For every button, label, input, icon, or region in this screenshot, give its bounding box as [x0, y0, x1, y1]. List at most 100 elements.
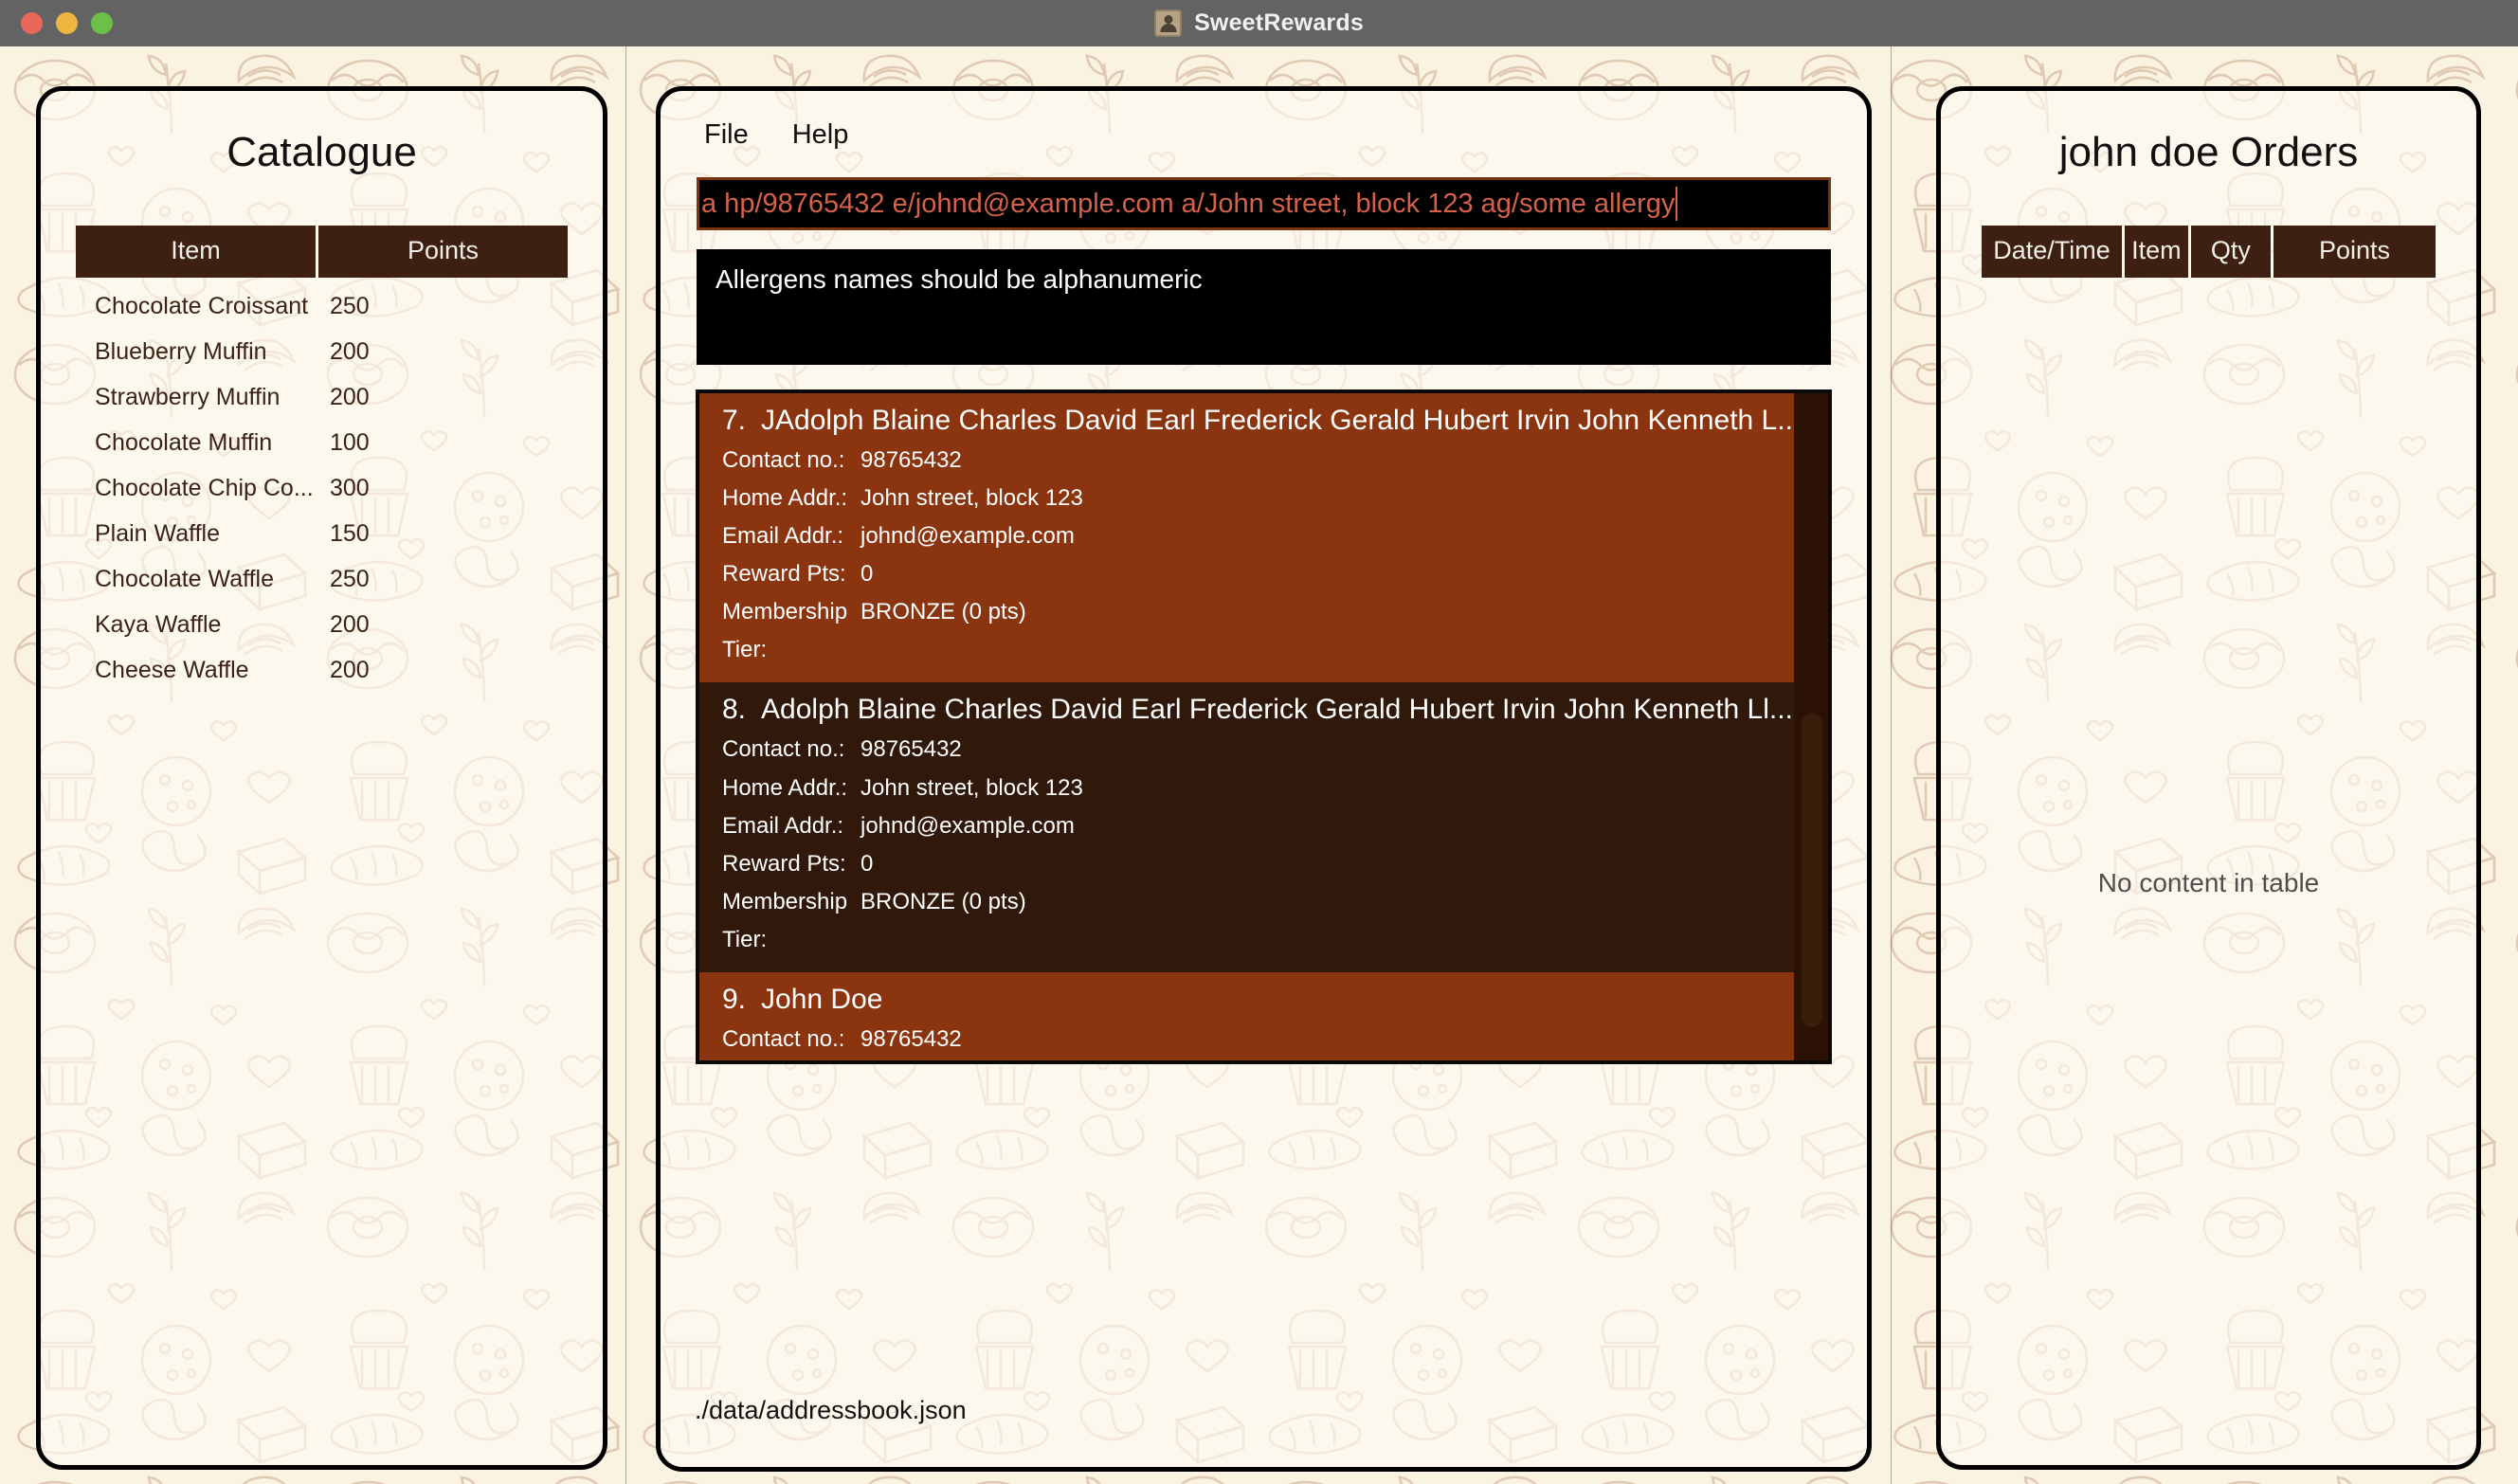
tier-value: BRONZE (0 pts) [860, 888, 1026, 914]
person-home-row: Home Addr.: John street, block 123 [722, 480, 1794, 517]
list-item[interactable]: 7. JAdolph Blaine Charles David Earl Fred… [699, 393, 1794, 683]
person-home-row: Home Addr.: John street, block 123, #01-… [722, 1059, 1794, 1060]
catalogue-item-name: Chocolate Muffin [95, 428, 273, 456]
catalogue-item-name: Cheese Waffle [95, 656, 249, 683]
catalogue-table-header: Item Points [76, 226, 568, 278]
home-label: Home Addr.: [722, 774, 848, 801]
person-reward-row: Reward Pts: 0 [722, 845, 1794, 883]
list-item[interactable]: 9. John Doe Contact no.: 98765432 Home Ad… [699, 971, 1794, 1060]
table-row[interactable]: Chocolate Muffin 100 [76, 420, 568, 465]
person-tier-row: Membership Tier: BRONZE (0 pts) [722, 593, 1794, 669]
person-badge-icon [1154, 9, 1183, 37]
person-index: 7. [722, 405, 747, 436]
email-value: johnd@example.com [860, 523, 1075, 550]
catalogue-item-points: 200 [330, 656, 370, 683]
tier-value: BRONZE (0 pts) [860, 599, 1026, 625]
catalogue-item-points: 300 [330, 474, 370, 501]
window-title: SweetRewards [1154, 9, 1364, 37]
person-list-scrollbar[interactable] [1802, 393, 1822, 1060]
contact-label: Contact no.: [722, 1025, 845, 1052]
background-seam [1891, 46, 1892, 1484]
window-titlebar: SweetRewards [0, 0, 2518, 46]
person-reward-row: Reward Pts: 0 [722, 555, 1794, 593]
table-row[interactable]: Strawberry Muffin 200 [76, 374, 568, 420]
person-list[interactable]: 7. JAdolph Blaine Charles David Earl Fred… [696, 389, 1832, 1064]
catalogue-item-points: 150 [330, 519, 370, 547]
menu-item-file[interactable]: File [689, 116, 764, 154]
window-title-text: SweetRewards [1194, 9, 1364, 36]
orders-column-datetime: Date/Time [1982, 226, 2123, 278]
catalogue-item-name: Strawberry Muffin [95, 383, 281, 410]
orders-empty-message: No content in table [2097, 868, 2320, 897]
orders-column-points: Points [2273, 226, 2436, 278]
background-seam [625, 46, 626, 1484]
catalogue-item-name: Chocolate Croissant [95, 292, 309, 319]
person-index: 9. [722, 983, 747, 1015]
orders-column-item: Item [2125, 226, 2188, 278]
scrollbar-thumb[interactable] [1802, 713, 1822, 1027]
close-button[interactable] [21, 12, 43, 34]
person-contact-row: Contact no.: 98765432 [722, 731, 1794, 769]
table-row[interactable]: Cheese Waffle 200 [76, 647, 568, 693]
orders-column-qty: Qty [2190, 226, 2272, 278]
menu-item-help[interactable]: Help [777, 116, 864, 154]
home-value: John street, block 123 [860, 774, 1083, 801]
main-panel: File Help a hp/98765432 e/johnd@example.… [656, 86, 1872, 1472]
person-name: Adolph Blaine Charles David Earl Frederi… [761, 694, 1793, 726]
person-home-row: Home Addr.: John street, block 123 [722, 769, 1794, 807]
person-contact-row: Contact no.: 98765432 [722, 442, 1794, 480]
window-controls [21, 0, 113, 46]
catalogue-table-body: Chocolate Croissant 250 Blueberry Muffin… [76, 283, 568, 693]
person-name: John Doe [761, 983, 883, 1015]
home-value: John street, block 123 [860, 485, 1083, 512]
catalogue-item-name: Chocolate Chip Co... [95, 474, 314, 501]
home-value: John street, block 123, #01-01 [860, 1059, 1167, 1060]
orders-panel: john doe Orders Date/Time Item Qty Point… [1936, 86, 2481, 1470]
person-title: 8. Adolph Blaine Charles David Earl Frede… [722, 694, 1794, 726]
result-display: Allergens names should be alphanumeric [697, 249, 1831, 365]
home-label: Home Addr.: [722, 1059, 860, 1060]
minimize-button[interactable] [56, 12, 78, 34]
status-bar-file-path: ./data/addressbook.json [695, 1396, 967, 1424]
person-title: 9. John Doe [722, 984, 1794, 1016]
person-name: JAdolph Blaine Charles David Earl Freder… [761, 405, 1794, 436]
table-row[interactable]: Plain Waffle 150 [76, 511, 568, 556]
person-tier-row: Membership Tier: BRONZE (0 pts) [722, 883, 1794, 959]
catalogue-panel: Catalogue Item Points Chocolate Croissan… [36, 86, 607, 1470]
table-row[interactable]: Chocolate Chip Co... 300 [76, 465, 568, 511]
list-item[interactable]: 8. Adolph Blaine Charles David Earl Frede… [699, 682, 1794, 972]
person-email-row: Email Addr.: johnd@example.com [722, 807, 1794, 845]
catalogue-item-name: Chocolate Waffle [95, 565, 274, 592]
email-label: Email Addr.: [722, 812, 844, 839]
table-row[interactable]: Blueberry Muffin 200 [76, 329, 568, 374]
catalogue-item-name: Blueberry Muffin [95, 337, 267, 365]
contact-value: 98765432 [860, 447, 962, 473]
maximize-button[interactable] [91, 12, 113, 34]
command-input[interactable]: a hp/98765432 e/johnd@example.com a/John… [697, 177, 1831, 230]
catalogue-column-item: Item [76, 226, 316, 278]
person-contact-row: Contact no.: 98765432 [722, 1021, 1794, 1059]
person-email-row: Email Addr.: johnd@example.com [722, 517, 1794, 555]
catalogue-item-name: Kaya Waffle [95, 610, 222, 638]
table-row[interactable]: Kaya Waffle 200 [76, 602, 568, 647]
person-title: 7. JAdolph Blaine Charles David Earl Fred… [722, 405, 1794, 437]
reward-label: Reward Pts: [722, 561, 846, 588]
contact-value: 98765432 [860, 1025, 962, 1052]
email-value: johnd@example.com [860, 812, 1075, 839]
email-label: Email Addr.: [722, 523, 844, 550]
orders-heading: john doe Orders [2058, 129, 2359, 175]
reward-value: 0 [860, 561, 874, 588]
contact-value: 98765432 [860, 736, 962, 763]
catalogue-item-points: 250 [330, 565, 370, 592]
catalogue-column-points: Points [318, 226, 568, 278]
catalogue-item-points: 200 [330, 383, 370, 410]
catalogue-heading: Catalogue [226, 129, 417, 175]
text-caret [1676, 187, 1678, 221]
table-row[interactable]: Chocolate Croissant 250 [76, 283, 568, 329]
table-row[interactable]: Chocolate Waffle 250 [76, 556, 568, 602]
catalogue-item-points: 100 [330, 428, 370, 456]
tier-label: Membership Tier: [722, 888, 848, 952]
person-list-items: 7. JAdolph Blaine Charles David Earl Fred… [699, 393, 1794, 1060]
tier-label: Membership Tier: [722, 599, 848, 663]
catalogue-item-points: 250 [330, 292, 370, 319]
